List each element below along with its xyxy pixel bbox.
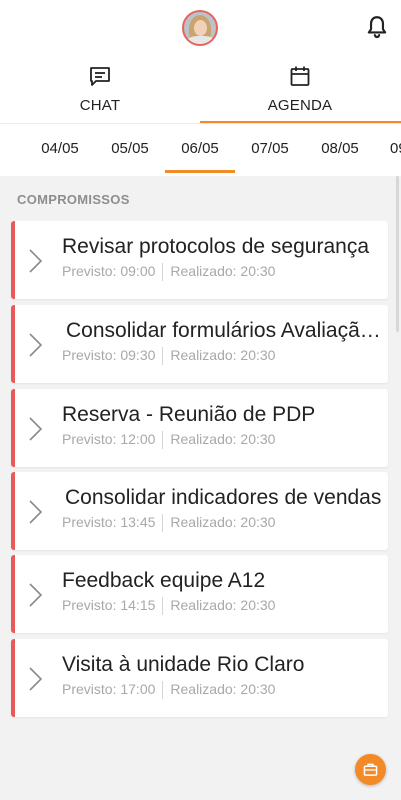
chevron-right-icon: [29, 667, 43, 691]
date-item[interactable]: 09: [365, 140, 401, 157]
chevron-right-icon: [29, 249, 43, 273]
tab-agenda-label: AGENDA: [267, 97, 333, 114]
done-time: Realizado: 20:30: [170, 514, 276, 530]
chat-bubble-icon: [90, 67, 110, 86]
briefcase-fab-button[interactable]: [355, 754, 386, 785]
date-item[interactable]: 07/05: [235, 140, 305, 157]
done-time: Realizado: 20:30: [170, 347, 276, 363]
appointment-title: Reserva - Reunião de PDP: [62, 403, 316, 426]
scrollbar[interactable]: [396, 176, 399, 332]
done-time: Realizado: 20:30: [170, 431, 276, 447]
planned-time: Previsto: 09:00: [62, 263, 156, 279]
planned-time: Previsto: 17:00: [62, 681, 156, 697]
section-title: COMPROMISSOS: [17, 192, 130, 207]
user-avatar[interactable]: [182, 10, 218, 46]
date-item-selected[interactable]: 06/05: [165, 140, 235, 157]
calendar-icon: [290, 66, 310, 86]
appointment-title: Feedback equipe A12: [62, 569, 266, 592]
appointment-title: Visita à unidade Rio Claro: [62, 653, 305, 676]
appointment-card[interactable]: Feedback equipe A12 Previsto: 14:15 Reali…: [11, 555, 388, 633]
appointment-title: Consolidar indicadores de vendas: [65, 486, 382, 509]
appointment-card[interactable]: Consolidar formulários Avaliação de Dese…: [11, 305, 388, 383]
appointment-card[interactable]: Consolidar indicadores de vendas Previst…: [11, 472, 388, 550]
done-time: Realizado: 20:30: [170, 597, 276, 613]
top-header: CHAT AGENDA 05 04/05 05/05 06/05 07/05 0…: [0, 0, 401, 176]
appointment-times: Previsto: 09:00 Realizado: 20:30: [62, 263, 275, 283]
done-time: Realizado: 20:30: [170, 263, 276, 279]
appointment-card[interactable]: Reserva - Reunião de PDP Previsto: 12:00…: [11, 389, 388, 467]
tab-agenda[interactable]: AGENDA: [200, 60, 401, 124]
appointment-card[interactable]: Visita à unidade Rio Claro Previsto: 17:…: [11, 639, 388, 717]
bell-icon[interactable]: [364, 14, 390, 40]
chevron-right-icon: [29, 583, 43, 607]
planned-time: Previsto: 14:15: [62, 597, 156, 613]
tab-chat[interactable]: CHAT: [0, 60, 200, 124]
date-item[interactable]: 04/05: [25, 140, 95, 157]
appointment-times: Previsto: 12:00 Realizado: 20:30: [62, 431, 275, 451]
date-strip[interactable]: 05 04/05 05/05 06/05 07/05 08/05 09: [0, 124, 401, 174]
chevron-right-icon: [29, 417, 43, 441]
appointment-title: Consolidar formulários Avaliação de Dese…: [66, 319, 388, 342]
date-item[interactable]: 05/05: [95, 140, 165, 157]
chevron-right-icon: [29, 333, 43, 357]
chevron-right-icon: [29, 500, 43, 524]
appointment-times: Previsto: 14:15 Realizado: 20:30: [62, 597, 275, 617]
selected-date-indicator: [165, 170, 235, 173]
appointment-title: Revisar protocolos de segurança: [62, 235, 370, 258]
done-time: Realizado: 20:30: [170, 681, 276, 697]
planned-time: Previsto: 09:30: [62, 347, 156, 363]
appointment-card[interactable]: Revisar protocolos de segurança Previsto…: [11, 221, 388, 299]
planned-time: Previsto: 12:00: [62, 431, 156, 447]
appointment-times: Previsto: 17:00 Realizado: 20:30: [62, 681, 275, 701]
briefcase-icon: [363, 763, 378, 776]
planned-time: Previsto: 13:45: [62, 514, 156, 530]
date-item[interactable]: 05: [0, 140, 27, 157]
appointment-times: Previsto: 09:30 Realizado: 20:30: [62, 347, 275, 367]
appointment-times: Previsto: 13:45 Realizado: 20:30: [62, 514, 275, 534]
tab-chat-label: CHAT: [79, 97, 121, 114]
